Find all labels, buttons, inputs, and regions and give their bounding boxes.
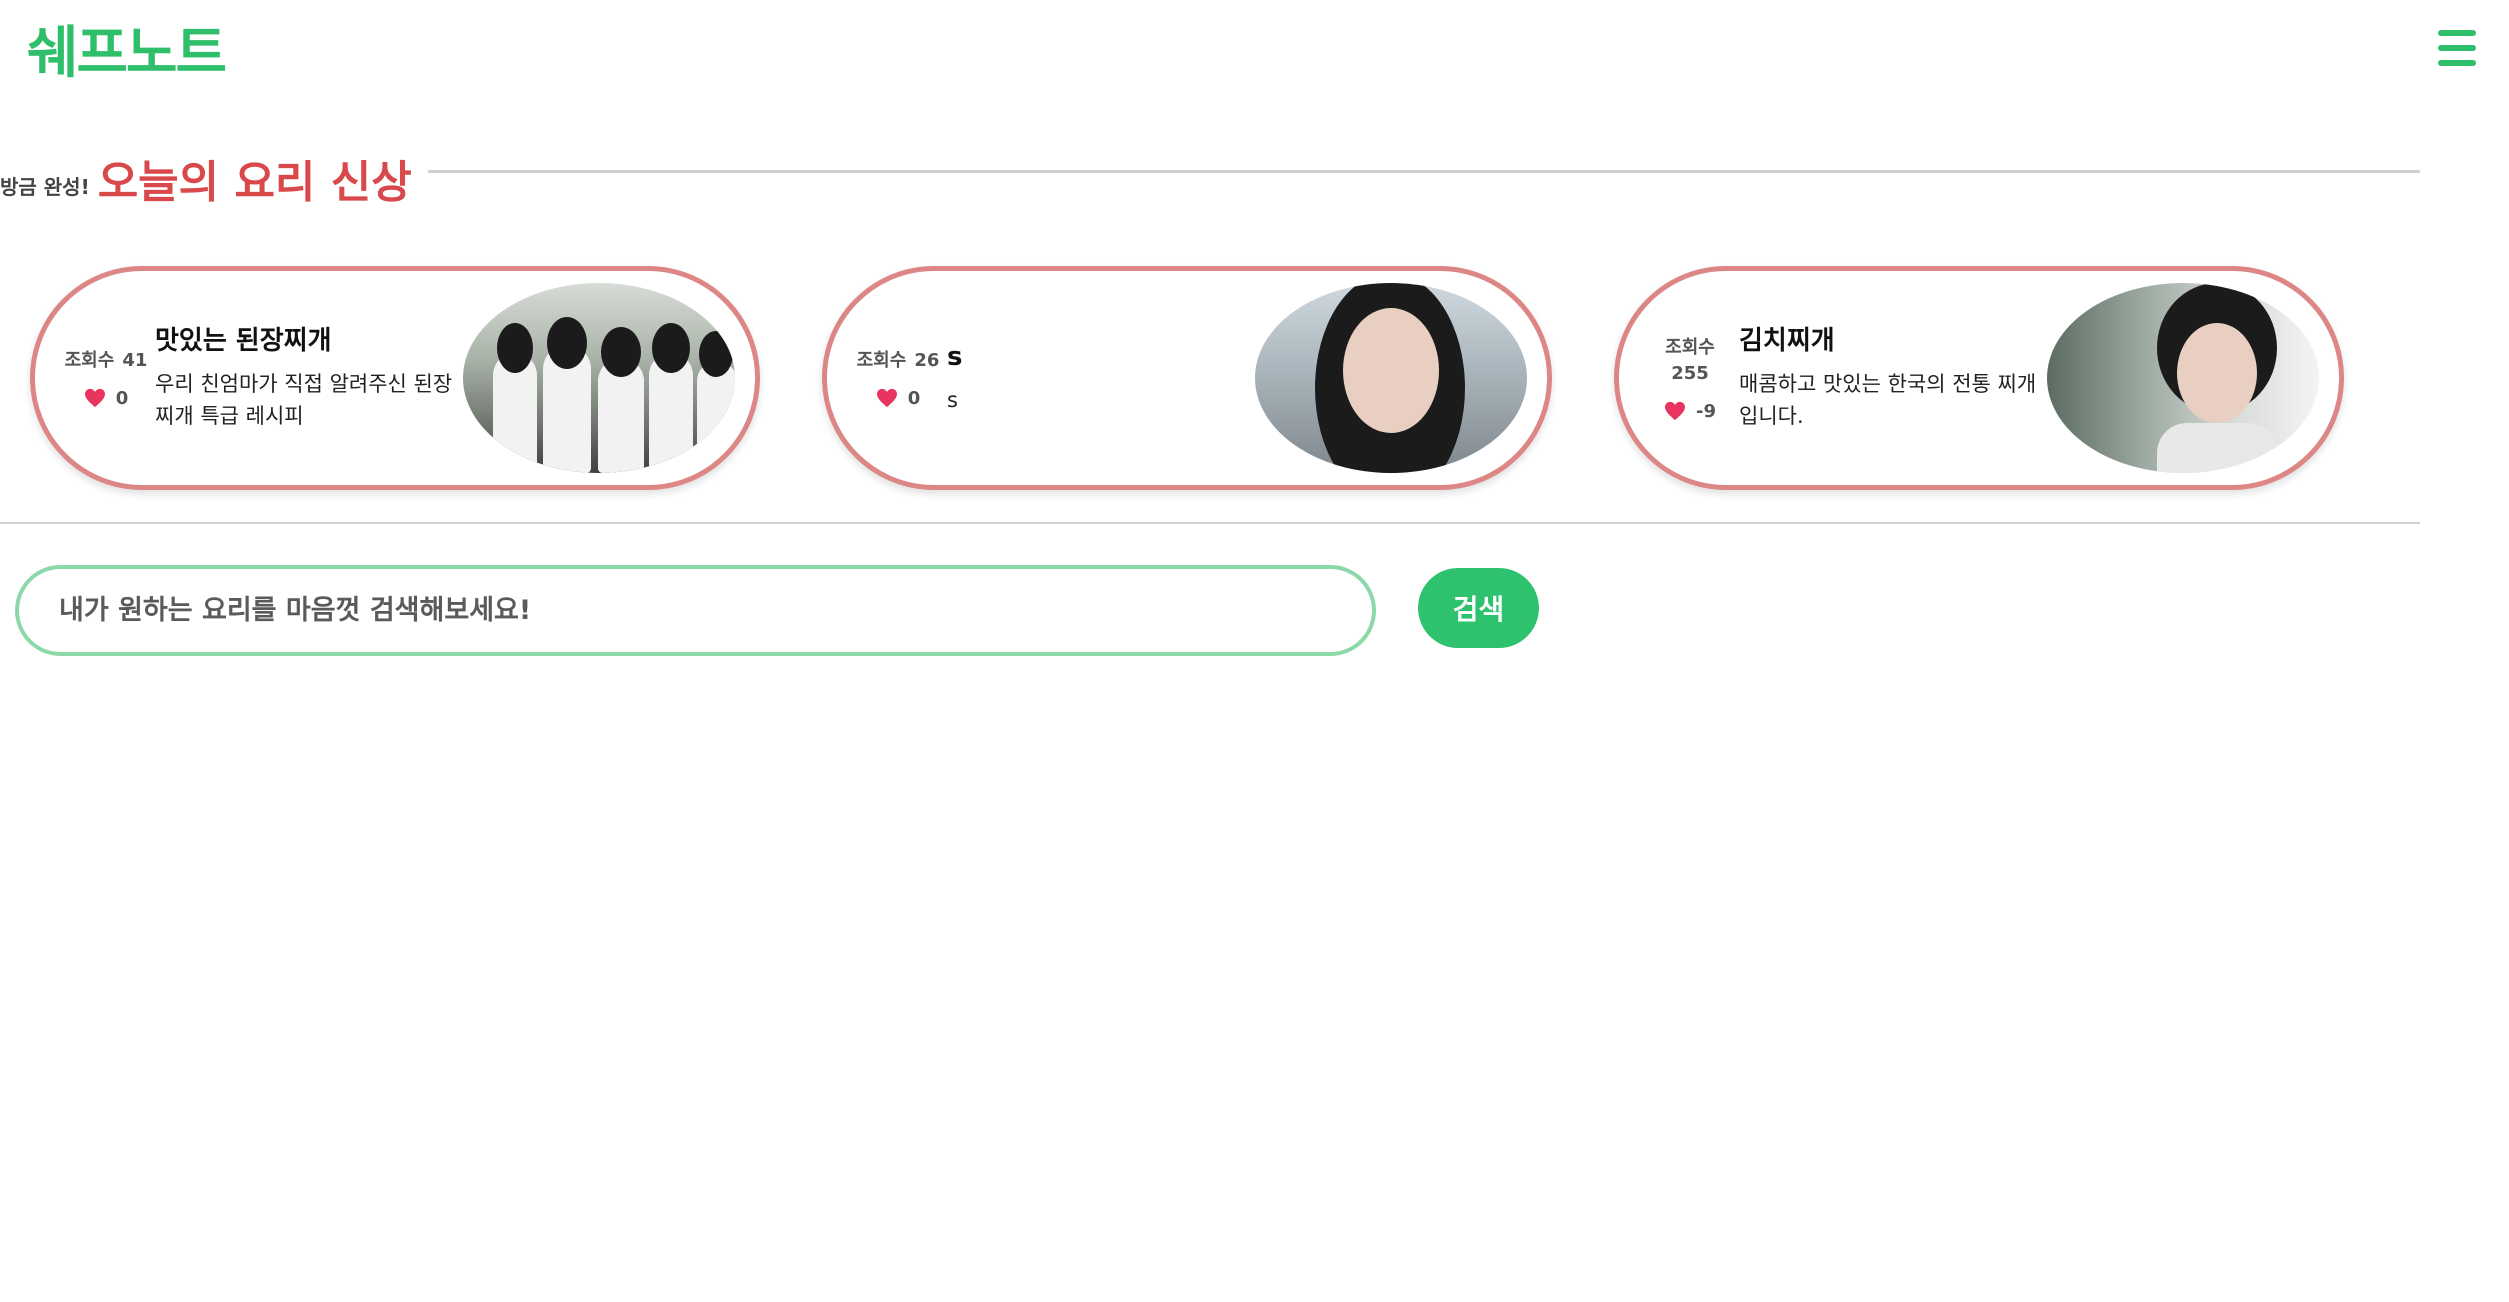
heart-icon <box>84 388 105 408</box>
like-count: -9 <box>1664 401 1716 422</box>
card-title: 맛있는 된장찌개 <box>155 326 332 356</box>
card-stats: 조회수 255 -9 <box>1635 271 1745 485</box>
photo-figure <box>697 361 735 473</box>
view-count-label: 조회수 <box>64 349 115 371</box>
photo-figure <box>2157 423 2277 473</box>
photo-figure <box>497 323 533 373</box>
menu-line <box>2438 30 2476 36</box>
section-header: 방금 완성! 오늘의 요리 신상 <box>0 150 2420 208</box>
app-logo[interactable]: 쉐프노트 <box>27 18 227 90</box>
recipe-card-list: 조회수 41 0 맛있는 된장찌개 우리 친엄마가 직접 알려주신 된장찌개 특… <box>0 266 2509 496</box>
view-count: 조회수 255 <box>1665 335 1715 387</box>
hamburger-menu-icon[interactable] <box>2438 30 2476 66</box>
recipe-photo[interactable] <box>463 283 735 473</box>
recipe-photo[interactable] <box>2047 283 2319 473</box>
view-count: 조회수 41 <box>65 348 148 374</box>
view-count-value: 26 <box>914 349 940 371</box>
like-count-value: 0 <box>115 387 129 409</box>
recipe-card[interactable]: 조회수 26 0 s s <box>822 266 1552 490</box>
section-title: 오늘의 요리 신상 <box>97 157 412 208</box>
search-box <box>15 565 1376 656</box>
photo-placeholder <box>2047 283 2319 473</box>
photo-figure <box>699 331 733 377</box>
like-count-value: -9 <box>1696 400 1716 422</box>
menu-line <box>2438 45 2476 51</box>
view-count-value: 255 <box>1671 362 1709 384</box>
photo-figure <box>547 317 587 369</box>
card-stats: 조회수 26 0 <box>843 271 953 485</box>
card-title: s <box>947 342 963 372</box>
content-divider <box>0 522 2420 524</box>
menu-line <box>2438 60 2476 66</box>
section-subtitle: 방금 완성! <box>0 174 90 199</box>
card-text: 맛있는 된장찌개 우리 친엄마가 직접 알려주신 된장찌개 특급 레시피 <box>155 271 455 485</box>
photo-figure <box>2177 323 2257 423</box>
like-count: 0 <box>876 387 921 409</box>
section-divider <box>427 169 2420 173</box>
photo-figure <box>1343 308 1439 433</box>
card-description: s <box>947 388 958 412</box>
card-stats: 조회수 41 0 <box>51 271 161 485</box>
heart-icon <box>876 388 897 408</box>
view-count-label: 조회수 <box>1665 336 1715 358</box>
recipe-card[interactable]: 조회수 41 0 맛있는 된장찌개 우리 친엄마가 직접 알려주신 된장찌개 특… <box>30 266 760 490</box>
photo-figure <box>652 323 690 373</box>
like-count-value: 0 <box>907 387 921 409</box>
view-count-value: 41 <box>122 349 148 371</box>
search-input[interactable] <box>19 569 1372 652</box>
card-title: 김치찌개 <box>1739 326 1835 356</box>
search-button[interactable]: 검색 <box>1418 568 1539 648</box>
card-text: s s <box>947 271 1247 485</box>
card-description: 우리 친엄마가 직접 알려주신 된장찌개 특급 레시피 <box>155 372 453 428</box>
recipe-photo[interactable] <box>1255 283 1527 473</box>
view-count-label: 조회수 <box>856 349 907 371</box>
photo-figure <box>601 327 641 377</box>
view-count: 조회수 26 <box>857 348 940 374</box>
like-count: 0 <box>84 387 129 409</box>
heart-icon <box>1665 401 1685 421</box>
recipe-card[interactable]: 조회수 255 -9 김치찌개 매콤하고 맛있는 한국의 전통 찌개입니다. <box>1614 266 2344 490</box>
card-description: 매콤하고 맛있는 한국의 전통 찌개입니다. <box>1739 372 2037 428</box>
card-text: 김치찌개 매콤하고 맛있는 한국의 전통 찌개입니다. <box>1739 271 2039 485</box>
photo-placeholder <box>463 283 735 473</box>
photo-placeholder <box>1255 283 1527 473</box>
